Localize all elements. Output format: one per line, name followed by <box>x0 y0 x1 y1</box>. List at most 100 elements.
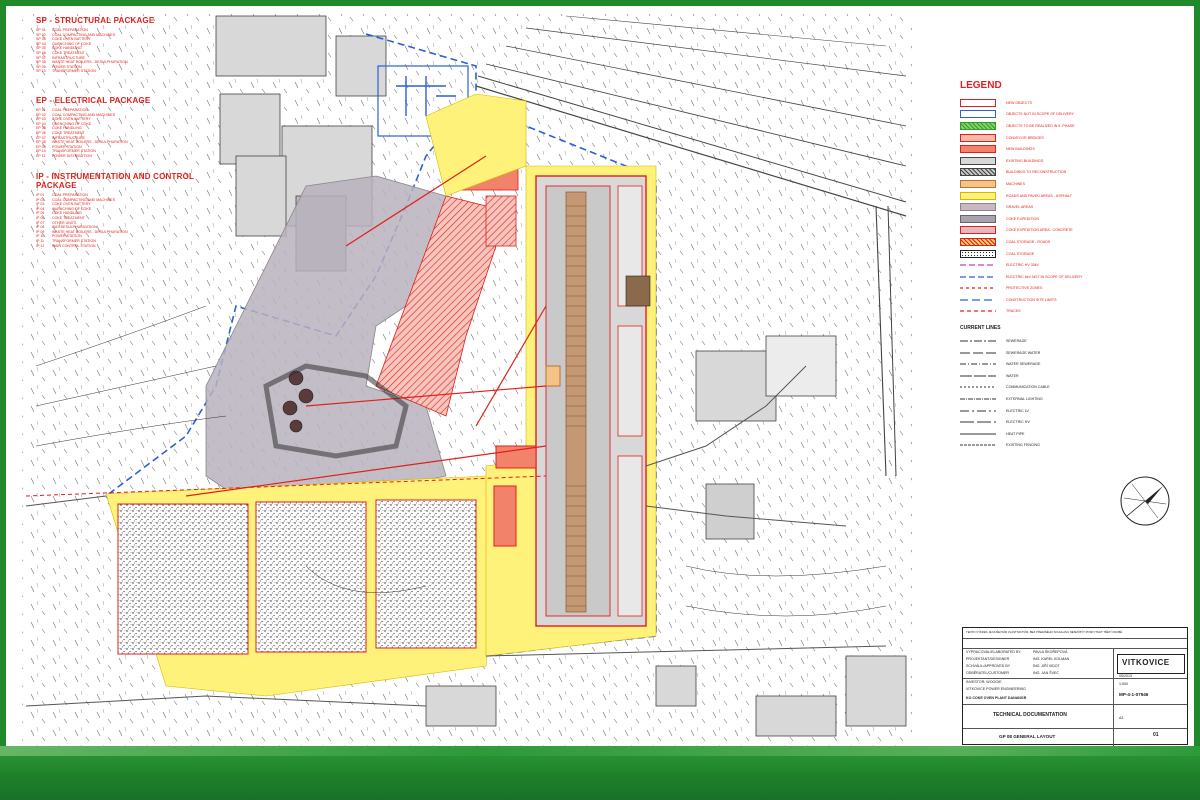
tb-company: VITKOVICE POWER ENGINEERING <box>966 687 1026 691</box>
title-block-note: TENTO VÝKRES JE DUŠEVNÍM VLASTNICTVÍM, B… <box>966 630 1123 634</box>
list-item: EP 11 POWER DISTRIBUTION <box>36 153 92 158</box>
current-line-label: EXISTING FENCING <box>1006 443 1040 448</box>
legend-row: MACHINES <box>960 178 1160 190</box>
legend-line-label: TRACKS <box>1006 309 1021 314</box>
tb-revision: 01 <box>1153 732 1159 738</box>
tb-date: 05/2013 <box>1119 674 1132 678</box>
tb-project: KO COKE OVEN PLANT DANANGR <box>966 696 1027 700</box>
legend-label: CONVEYOR BRIDGES <box>1006 135 1044 140</box>
tb-row-value: ING. KAREL KOLMAN <box>1033 657 1070 661</box>
legend-swatch <box>960 98 996 107</box>
current-line-label: ELECTRIC LV <box>1006 408 1029 413</box>
list-item: IP 12 MAIN CONTROL STATION <box>36 243 96 248</box>
legend-swatch <box>960 226 996 235</box>
tb-row-label: PROJEKTANT/DESIGNER <box>966 657 1010 661</box>
package-title: IP - INSTRUMENTATION AND CONTROL PACKAGE <box>36 172 194 190</box>
tb-doc-number: MP-4-1-07946 <box>1119 692 1149 697</box>
legend-line-row: ELECTRIC 6kV NOT IN SCOPE OF DELIVERY <box>960 271 1160 283</box>
current-line-label: WATER <box>1006 373 1019 378</box>
instrumentation-package: IP - INSTRUMENTATION AND CONTROL PACKAGE… <box>36 172 226 248</box>
package-list: IP 01 COAL PREPARATION IP 02 COAL COMPACTI… <box>36 193 226 248</box>
current-line-row: COMMUNICATION CABLE <box>960 382 1160 394</box>
tb-row-label: VYPRACOVAL/ELABORATED BY <box>966 650 1021 654</box>
legend-row: EXISTING BUILDINGS <box>960 155 1160 167</box>
structural-package: SP - STRUCTURAL PACKAGE SP 01 COAL PREPAR… <box>36 16 226 74</box>
current-line-sample <box>960 386 996 388</box>
current-line-row: SEWERAGE WATER <box>960 347 1160 359</box>
legend-line-sample <box>960 264 996 266</box>
current-line-row: WATER SEWERAGE <box>960 358 1160 370</box>
legend-swatch <box>960 179 996 188</box>
legend-row: COKE EXPEDITION <box>960 213 1160 225</box>
tb-row-value: ING. JIŘÍ VIDOT <box>1033 664 1060 668</box>
package-list: SP 01 COAL PREPARATION SP 02 COAL COMPACTI… <box>36 28 226 74</box>
tb-row-value: ING. JAN ŠVEC <box>1033 671 1059 675</box>
legend-row: COAL STORAGE <box>960 248 1160 260</box>
current-line-label: ELECTRIC HV <box>1006 420 1030 425</box>
legend-items: NEW OBJECTS OBJECTS NOT IN SCOPE OF DELIV… <box>960 97 1160 259</box>
legend-swatch <box>960 110 996 119</box>
legend-row: ROADS AND PAVED AREAS - ASPHALT <box>960 190 1160 202</box>
legend-line-sample <box>960 310 996 313</box>
legend-row: GRAVEL AREAS <box>960 201 1160 213</box>
legend-row: OBJECTS TO BE REALIZED IN II. PHASE <box>960 120 1160 132</box>
tb-row-label: ODBĚRATEL/CUSTOMER <box>966 671 1009 675</box>
current-line-row: EXTERNAL LIGHTING <box>960 393 1160 405</box>
current-line-sample <box>960 444 996 446</box>
current-line-label: EXTERNAL LIGHTING <box>1006 397 1043 402</box>
legend-label: MACHINES <box>1006 181 1025 186</box>
legend-line-sample <box>960 276 996 278</box>
package-title: EP - ELECTRICAL PACKAGE <box>36 96 151 105</box>
current-line-sample <box>960 352 996 354</box>
list-item: SP 10 TRANSFORMER STATION <box>36 69 96 74</box>
legend-swatch <box>960 214 996 223</box>
legend-row: NEW OBJECTS <box>960 97 1160 109</box>
current-lines-title: CURRENT LINES <box>960 325 1001 332</box>
legend-swatch <box>960 156 996 165</box>
legend-line-label: ELECTRIC 6kV NOT IN SCOPE OF DELIVERY <box>1006 274 1083 279</box>
legend-label: NEW BUILDINGS <box>1006 147 1035 152</box>
legend-line-row: PROTECTIVE ZONES <box>960 283 1160 295</box>
legend-swatch <box>960 121 996 130</box>
legend-title: LEGEND <box>960 80 1002 91</box>
current-line-row: WATER <box>960 370 1160 382</box>
title-block: TENTO VÝKRES JE DUŠEVNÍM VLASTNICTVÍM, B… <box>962 627 1188 746</box>
legend-swatch <box>960 191 996 200</box>
current-line-sample <box>960 340 996 342</box>
legend-label: OBJECTS NOT IN SCOPE OF DELIVERY <box>1006 112 1074 117</box>
current-line-label: SEWERAGE <box>1006 339 1027 344</box>
current-line-row: SEWERAGE <box>960 335 1160 347</box>
electrical-package: EP - ELECTRICAL PACKAGE EP 01 COAL PREPAR… <box>36 96 226 159</box>
legend-line-row: TRACKS <box>960 306 1160 318</box>
current-line-sample <box>960 398 996 400</box>
tb-format: A3 <box>1119 716 1124 720</box>
current-line-label: WATER SEWERAGE <box>1006 362 1041 367</box>
map-legend: LEGEND NEW OBJECTS OBJECTS NOT IN SCOPE O… <box>960 80 1160 451</box>
legend-line-sample <box>960 287 996 289</box>
legend-lines: ELECTRIC HV 35kV ELECTRIC 6kV NOT IN SCOP… <box>960 259 1160 317</box>
current-line-row: ELECTRIC LV <box>960 405 1160 417</box>
current-line-row: HEAT PIPE <box>960 428 1160 440</box>
drawing-sheet: SP - STRUCTURAL PACKAGE SP 01 COAL PREPAR… <box>6 6 1194 746</box>
legend-swatch <box>960 203 996 212</box>
legend-label: NEW OBJECTS <box>1006 100 1032 105</box>
legend-label: BUILDINGS TO RECONSTRUCTION <box>1006 170 1067 175</box>
legend-swatch <box>960 237 996 246</box>
legend-label: COKE EXPEDITION <box>1006 216 1039 221</box>
tb-scale: 1:500 <box>1119 682 1128 686</box>
current-line-label: SEWERAGE WATER <box>1006 350 1041 355</box>
legend-label: GRAVEL AREAS <box>1006 205 1034 210</box>
legend-line-label: ELECTRIC HV 35kV <box>1006 263 1039 268</box>
current-line-sample <box>960 421 996 423</box>
current-line-row: ELECTRIC HV <box>960 416 1160 428</box>
legend-row: COAL STORAGE - ROADS <box>960 236 1160 248</box>
legend-label: COAL STORAGE <box>1006 251 1035 256</box>
current-line-label: COMMUNICATION CABLE <box>1006 385 1050 390</box>
legend-row: BUILDINGS TO RECONSTRUCTION <box>960 167 1160 179</box>
tb-row-label: SCHVÁLIL/APPROVED BY <box>966 664 1011 668</box>
package-title: SP - STRUCTURAL PACKAGE <box>36 16 155 25</box>
legend-label: ROADS AND PAVED AREAS - ASPHALT <box>1006 193 1072 198</box>
current-line-row: EXISTING FENCING <box>960 440 1160 452</box>
legend-line-label: PROTECTIVE ZONES <box>1006 286 1043 291</box>
logo-text: VITKOVICE <box>1122 658 1170 667</box>
